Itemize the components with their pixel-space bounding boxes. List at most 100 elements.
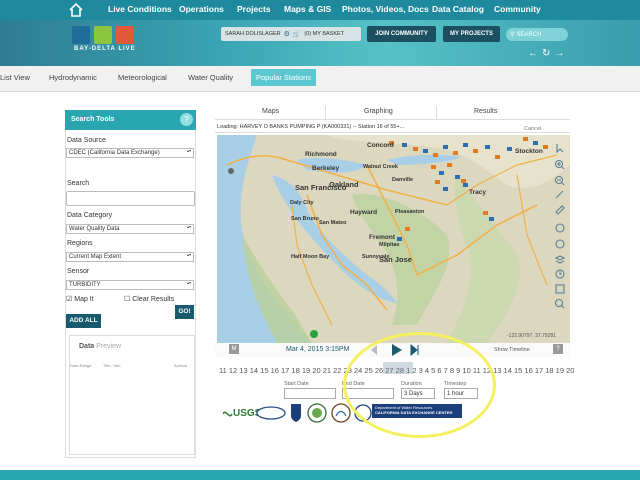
data-category-select[interactable]: Water Quality Data [66,224,194,234]
start-date-input[interactable] [284,388,336,399]
data-preview-title-a: Data [79,343,97,350]
map-it-checkbox[interactable]: ☑ Map It [66,295,94,303]
nav-photos-videos-docs[interactable]: Photos, Videos, Docs [342,4,429,14]
start-date-label: Start Date [284,381,309,387]
my-basket-link[interactable]: (0) MY BASKET [304,31,344,37]
timeline-help-button[interactable]: ? [553,344,563,354]
city-label: San Mateo [319,220,347,226]
city-label: Walnut Creek [363,164,399,170]
data-preview-title-b: Preview [96,343,122,350]
nav-projects[interactable]: Projects [237,4,271,14]
my-projects-button[interactable]: MY PROJECTS [443,26,500,42]
gear-icon[interactable]: ⚙ [284,30,290,38]
city-label: Sunnyvale [362,254,390,260]
data-category-label: Data Category [67,212,113,219]
logo-bird-icon [72,26,90,44]
search-tools-title: Search Tools [65,110,196,130]
checkbox-empty-icon[interactable]: ☐ [124,296,130,303]
user-name[interactable]: SARAH DOLISLAGER [225,31,281,37]
city-label: Hayward [350,209,377,216]
view-tabs: List View Hydrodynamic Meteorological Wa… [0,66,640,92]
nav-community[interactable]: Community [494,4,541,14]
sensor-select[interactable]: TURBIDITY [66,280,194,290]
logo-plant-icon [94,26,112,44]
top-navigation: Live Conditions Operations Projects Maps… [0,0,640,20]
map-it-label: Map It [74,296,94,303]
city-label: Danville [392,177,413,183]
measure-icon[interactable] [555,190,564,199]
tab-list-view[interactable]: List View [0,73,30,82]
logo-text: BAY-DELTA LIVE [74,46,136,52]
go-button[interactable]: GO! [175,305,194,319]
tab-maps[interactable]: Maps [262,108,279,115]
clear-results-checkbox[interactable]: ☐ Clear Results [124,295,174,303]
city-label: Milpitas [379,242,399,248]
search-map-icon[interactable] [554,298,564,308]
city-label: Berkeley [312,165,339,172]
home-icon[interactable] [67,1,85,19]
bay-delta-live-logo[interactable]: BAY-DELTA LIVE [70,26,138,60]
stack-icon[interactable] [554,255,566,264]
search-label: Search [67,180,90,187]
cart-icon: 🛒 [292,31,301,38]
help-icon[interactable]: ? [180,113,193,126]
timeline-date: Mar 4, 2015 3:15PM [286,346,350,353]
tab-hydrodynamic[interactable]: Hydrodynamic [49,73,97,82]
city-label: Oakland [329,180,359,189]
sensor-label: Sensor [67,268,90,275]
city-label: Concord [367,142,394,149]
nav-maps-gis[interactable]: Maps & GIS [284,4,331,14]
shield-icon [291,404,301,422]
join-community-button[interactable]: JOIN COMMUNITY [367,26,436,42]
tab-divider [325,106,326,120]
city-label: Half Moon Bay [291,254,330,260]
tab-results[interactable]: Results [474,108,497,115]
m-button[interactable]: M [229,344,239,354]
share-icons[interactable]: ←↻→ [528,48,568,59]
city-label: Stockton [515,148,543,155]
logo-fish-icon [116,26,134,44]
tab-divider [436,106,437,120]
search-input[interactable] [66,191,195,206]
header-search[interactable]: ⚲ SEARCH [506,28,568,41]
highlight-annotation [343,332,496,438]
map-coordinates: -122.90797, 37.79281 [507,333,556,339]
pointer-icon[interactable] [556,144,564,154]
station-map[interactable]: Concord Richmond Berkeley Walnut Creek D… [217,135,570,343]
nav-live-conditions[interactable]: Live Conditions [108,4,172,14]
map-tabs: Maps Graphing Results [215,106,570,120]
city-label: Daly City [290,200,314,206]
map-toolbar-icons[interactable] [552,140,568,310]
loading-status: Loading: HARVEY O BANKS PUMPING P (KA000… [215,121,570,133]
usgs-logo: USGS [222,408,262,419]
cancel-link[interactable]: Cancel [524,126,541,132]
tab-water-quality[interactable]: Water Quality [188,73,233,82]
refresh-icon[interactable] [555,239,565,249]
map-canvas[interactable]: Concord Richmond Berkeley Walnut Creek D… [217,135,570,343]
layers-icon[interactable] [555,223,565,233]
data-preview-title: Data Preview [79,343,121,350]
map-poi-marker[interactable] [310,330,318,338]
tab-graphing[interactable]: Graphing [364,108,393,115]
regions-select[interactable]: Current Map Extent [66,252,194,262]
nav-data-catalog[interactable]: Data Catalog [432,4,484,14]
city-label: Fremont [369,234,396,241]
city-label: Tracy [469,189,486,196]
data-source-label: Data Source [67,137,106,144]
nav-operations[interactable]: Operations [179,4,224,14]
tab-meteorological[interactable]: Meteorological [118,73,167,82]
draw-icon[interactable] [555,205,565,215]
tab-popular-stations[interactable]: Popular Stations [251,69,317,86]
checkbox-checked-icon[interactable]: ☑ [66,296,72,303]
city-label: San Bruno [291,216,319,222]
footer-bar [0,470,640,480]
data-source-select[interactable]: CDEC (California Data Exchange) [66,148,194,158]
show-timeline-link[interactable]: Show Timeline [494,347,530,353]
add-all-button[interactable]: ADD ALL [66,314,101,328]
user-box[interactable]: SARAH DOLISLAGER ⚙ 🛒 (0) MY BASKET [221,27,361,41]
fullscreen-icon[interactable] [555,284,565,294]
data-preview-panel: Data Preview Data Range Title / Info Act… [69,335,195,455]
clear-results-label: Clear Results [132,296,175,303]
map-toolbar [552,140,568,310]
map-location-marker[interactable] [228,168,234,174]
